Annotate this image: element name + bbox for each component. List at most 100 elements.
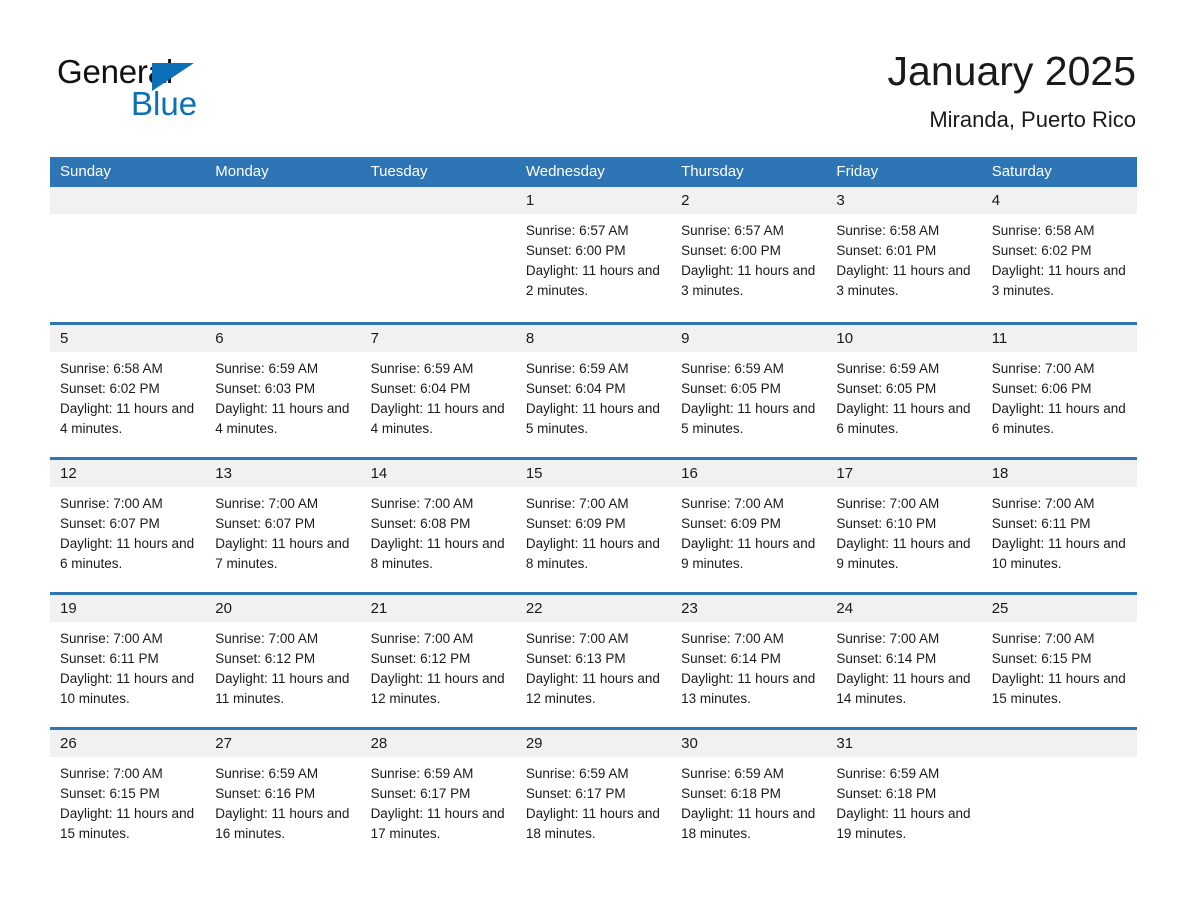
daylight-text: Daylight: 11 hours and 8 minutes.: [370, 536, 505, 571]
daylight-text: Daylight: 11 hours and 19 minutes.: [836, 806, 971, 841]
daylight-text: Daylight: 11 hours and 5 minutes.: [681, 401, 816, 436]
calendar-day-cell[interactable]: 7 Sunrise: 6:59 AM Sunset: 6:04 PM Daylight…: [360, 325, 516, 457]
sunrise-text: Sunrise: 6:58 AM: [991, 223, 1095, 238]
daylight-text: Daylight: 11 hours and 7 minutes.: [215, 536, 350, 571]
sunset-text: Sunset: 6:08 PM: [370, 516, 471, 531]
daylight-text: Daylight: 11 hours and 6 minutes.: [836, 401, 971, 436]
calendar-week-row: 26 Sunrise: 7:00 AM Sunset: 6:15 PM Dayligh…: [50, 727, 1137, 862]
day-number: 19: [50, 595, 206, 622]
calendar-day-cell[interactable]: 22 Sunrise: 7:00 AM Sunset: 6:13 PM Dayligh…: [515, 595, 672, 727]
sunrise-text: Sunrise: 7:00 AM: [991, 496, 1095, 511]
day-number: 17: [826, 460, 982, 487]
calendar-day-cell[interactable]: 2 Sunrise: 6:57 AM Sunset: 6:00 PM Daylight…: [671, 187, 827, 322]
calendar-day-cell[interactable]: 17 Sunrise: 7:00 AM Sunset: 6:10 PM Dayligh…: [826, 460, 982, 592]
day-details: Sunrise: 7:00 AM Sunset: 6:09 PM Daylight:…: [516, 487, 671, 574]
title-block: January 2025 Miranda, Puerto Rico: [888, 46, 1136, 134]
day-number: 1: [515, 187, 672, 214]
calendar-day-cell[interactable]: 13 Sunrise: 7:00 AM Sunset: 6:07 PM Dayligh…: [205, 460, 361, 592]
sunset-text: Sunset: 6:04 PM: [370, 381, 471, 396]
calendar-day-cell[interactable]: 31 Sunrise: 6:59 AM Sunset: 6:18 PM Dayligh…: [826, 730, 982, 862]
calendar-day-cell[interactable]: 3 Sunrise: 6:58 AM Sunset: 6:01 PM Daylight…: [826, 187, 982, 322]
calendar-day-cell[interactable]: 19 Sunrise: 7:00 AM Sunset: 6:11 PM Dayligh…: [50, 595, 206, 727]
day-number: 24: [826, 595, 982, 622]
sunset-text: Sunset: 6:16 PM: [215, 786, 316, 801]
sunrise-text: Sunrise: 7:00 AM: [681, 496, 784, 511]
calendar-day-cell[interactable]: 8 Sunrise: 6:59 AM Sunset: 6:04 PM Daylight…: [515, 325, 672, 457]
sunset-text: Sunset: 6:14 PM: [836, 651, 937, 666]
daylight-text: Daylight: 11 hours and 9 minutes.: [681, 536, 816, 571]
sunset-text: Sunset: 6:01 PM: [836, 243, 937, 258]
sunset-text: Sunset: 6:07 PM: [215, 516, 316, 531]
calendar-day-cell[interactable]: 23 Sunrise: 7:00 AM Sunset: 6:14 PM Dayligh…: [671, 595, 827, 727]
sunrise-text: Sunrise: 6:59 AM: [525, 766, 629, 781]
sunrise-text: Sunrise: 7:00 AM: [60, 766, 163, 781]
day-number: 10: [826, 325, 982, 352]
day-details: Sunrise: 7:00 AM Sunset: 6:08 PM Daylight:…: [361, 487, 516, 574]
daylight-text: Daylight: 11 hours and 4 minutes.: [215, 401, 350, 436]
calendar-day-cell[interactable]: 25 Sunrise: 7:00 AM Sunset: 6:15 PM Dayligh…: [981, 595, 1137, 727]
calendar-day-cell[interactable]: 6 Sunrise: 6:59 AM Sunset: 6:03 PM Daylight…: [205, 325, 361, 457]
day-details: Sunrise: 6:58 AM Sunset: 6:02 PM Daylight:…: [982, 214, 1137, 301]
sunrise-text: Sunrise: 7:00 AM: [525, 631, 629, 646]
daylight-text: Daylight: 11 hours and 6 minutes.: [991, 401, 1126, 436]
calendar-day-cell[interactable]: 30 Sunrise: 6:59 AM Sunset: 6:18 PM Dayligh…: [671, 730, 827, 862]
calendar-day-cell[interactable]: 20 Sunrise: 7:00 AM Sunset: 6:12 PM Dayligh…: [205, 595, 361, 727]
weekday-header-sunday: Sunday: [60, 163, 111, 180]
day-number: 7: [360, 325, 516, 352]
calendar-day-cell[interactable]: 18 Sunrise: 7:00 AM Sunset: 6:11 PM Dayligh…: [981, 460, 1137, 592]
sunset-text: Sunset: 6:10 PM: [836, 516, 937, 531]
daylight-text: Daylight: 11 hours and 13 minutes.: [681, 671, 816, 706]
daylight-text: Daylight: 11 hours and 15 minutes.: [991, 671, 1126, 706]
day-details: Sunrise: 7:00 AM Sunset: 6:11 PM Daylight:…: [982, 487, 1137, 574]
calendar-day-cell[interactable]: 26 Sunrise: 7:00 AM Sunset: 6:15 PM Dayligh…: [50, 730, 206, 862]
sunset-text: Sunset: 6:05 PM: [836, 381, 937, 396]
day-number: 13: [205, 460, 361, 487]
day-number: 6: [205, 325, 361, 352]
sunset-text: Sunset: 6:03 PM: [215, 381, 316, 396]
calendar-day-cell[interactable]: 12 Sunrise: 7:00 AM Sunset: 6:07 PM Dayligh…: [50, 460, 206, 592]
day-number: 15: [515, 460, 672, 487]
day-details: Sunrise: 6:59 AM Sunset: 6:17 PM Daylight:…: [516, 757, 671, 844]
calendar-day-cell[interactable]: 9 Sunrise: 6:59 AM Sunset: 6:05 PM Daylight…: [671, 325, 827, 457]
calendar-day-cell[interactable]: 10 Sunrise: 6:59 AM Sunset: 6:05 PM Dayligh…: [826, 325, 982, 457]
daylight-text: Daylight: 11 hours and 2 minutes.: [525, 263, 660, 298]
day-details: Sunrise: 7:00 AM Sunset: 6:13 PM Daylight:…: [516, 622, 671, 709]
calendar-cell-empty: [981, 730, 1137, 862]
calendar-day-cell[interactable]: 11 Sunrise: 7:00 AM Sunset: 6:06 PM Dayligh…: [981, 325, 1137, 457]
day-number: 20: [205, 595, 361, 622]
sunset-text: Sunset: 6:05 PM: [681, 381, 781, 396]
page-title: January 2025: [887, 48, 1136, 94]
weekday-header-friday: Friday: [836, 163, 879, 180]
day-number: 9: [671, 325, 827, 352]
day-number: 18: [981, 460, 1137, 487]
day-number: 4: [981, 187, 1137, 214]
sunset-text: Sunset: 6:04 PM: [525, 381, 626, 396]
calendar-day-cell[interactable]: 16 Sunrise: 7:00 AM Sunset: 6:09 PM Dayligh…: [671, 460, 827, 592]
daylight-text: Daylight: 11 hours and 12 minutes.: [370, 671, 505, 706]
calendar-day-cell[interactable]: 27 Sunrise: 6:59 AM Sunset: 6:16 PM Dayligh…: [205, 730, 361, 862]
sunset-text: Sunset: 6:12 PM: [215, 651, 316, 666]
day-number: 31: [826, 730, 982, 757]
calendar-week-row: 12 Sunrise: 7:00 AM Sunset: 6:07 PM Dayligh…: [50, 457, 1137, 592]
day-details: Sunrise: 7:00 AM Sunset: 6:07 PM Daylight:…: [205, 487, 360, 574]
calendar-day-cell[interactable]: 28 Sunrise: 6:59 AM Sunset: 6:17 PM Dayligh…: [360, 730, 516, 862]
calendar-day-cell[interactable]: 15 Sunrise: 7:00 AM Sunset: 6:09 PM Dayligh…: [515, 460, 672, 592]
sunrise-text: Sunrise: 7:00 AM: [991, 361, 1095, 376]
day-number: 23: [671, 595, 827, 622]
day-details: Sunrise: 7:00 AM Sunset: 6:15 PM Daylight:…: [982, 622, 1137, 709]
calendar-day-cell[interactable]: 14 Sunrise: 7:00 AM Sunset: 6:08 PM Dayligh…: [360, 460, 516, 592]
calendar-day-cell[interactable]: 29 Sunrise: 6:59 AM Sunset: 6:17 PM Dayligh…: [515, 730, 672, 862]
calendar-cell-empty: [50, 187, 206, 322]
day-details: Sunrise: 7:00 AM Sunset: 6:10 PM Daylight:…: [826, 487, 981, 574]
sunrise-text: Sunrise: 7:00 AM: [991, 631, 1095, 646]
sunrise-text: Sunrise: 6:59 AM: [370, 766, 474, 781]
calendar-day-cell[interactable]: 5 Sunrise: 6:58 AM Sunset: 6:02 PM Daylight…: [50, 325, 206, 457]
calendar-day-cell[interactable]: 4 Sunrise: 6:58 AM Sunset: 6:02 PM Daylight…: [981, 187, 1137, 322]
calendar-day-cell[interactable]: 1 Sunrise: 6:57 AM Sunset: 6:00 PM Daylight…: [515, 187, 672, 322]
calendar-day-cell[interactable]: 24 Sunrise: 7:00 AM Sunset: 6:14 PM Dayligh…: [826, 595, 982, 727]
sunset-text: Sunset: 6:14 PM: [681, 651, 781, 666]
sunrise-text: Sunrise: 6:59 AM: [836, 361, 940, 376]
sunset-text: Sunset: 6:02 PM: [60, 381, 160, 396]
calendar-day-cell[interactable]: 21 Sunrise: 7:00 AM Sunset: 6:12 PM Dayligh…: [360, 595, 516, 727]
day-number: [205, 187, 361, 214]
